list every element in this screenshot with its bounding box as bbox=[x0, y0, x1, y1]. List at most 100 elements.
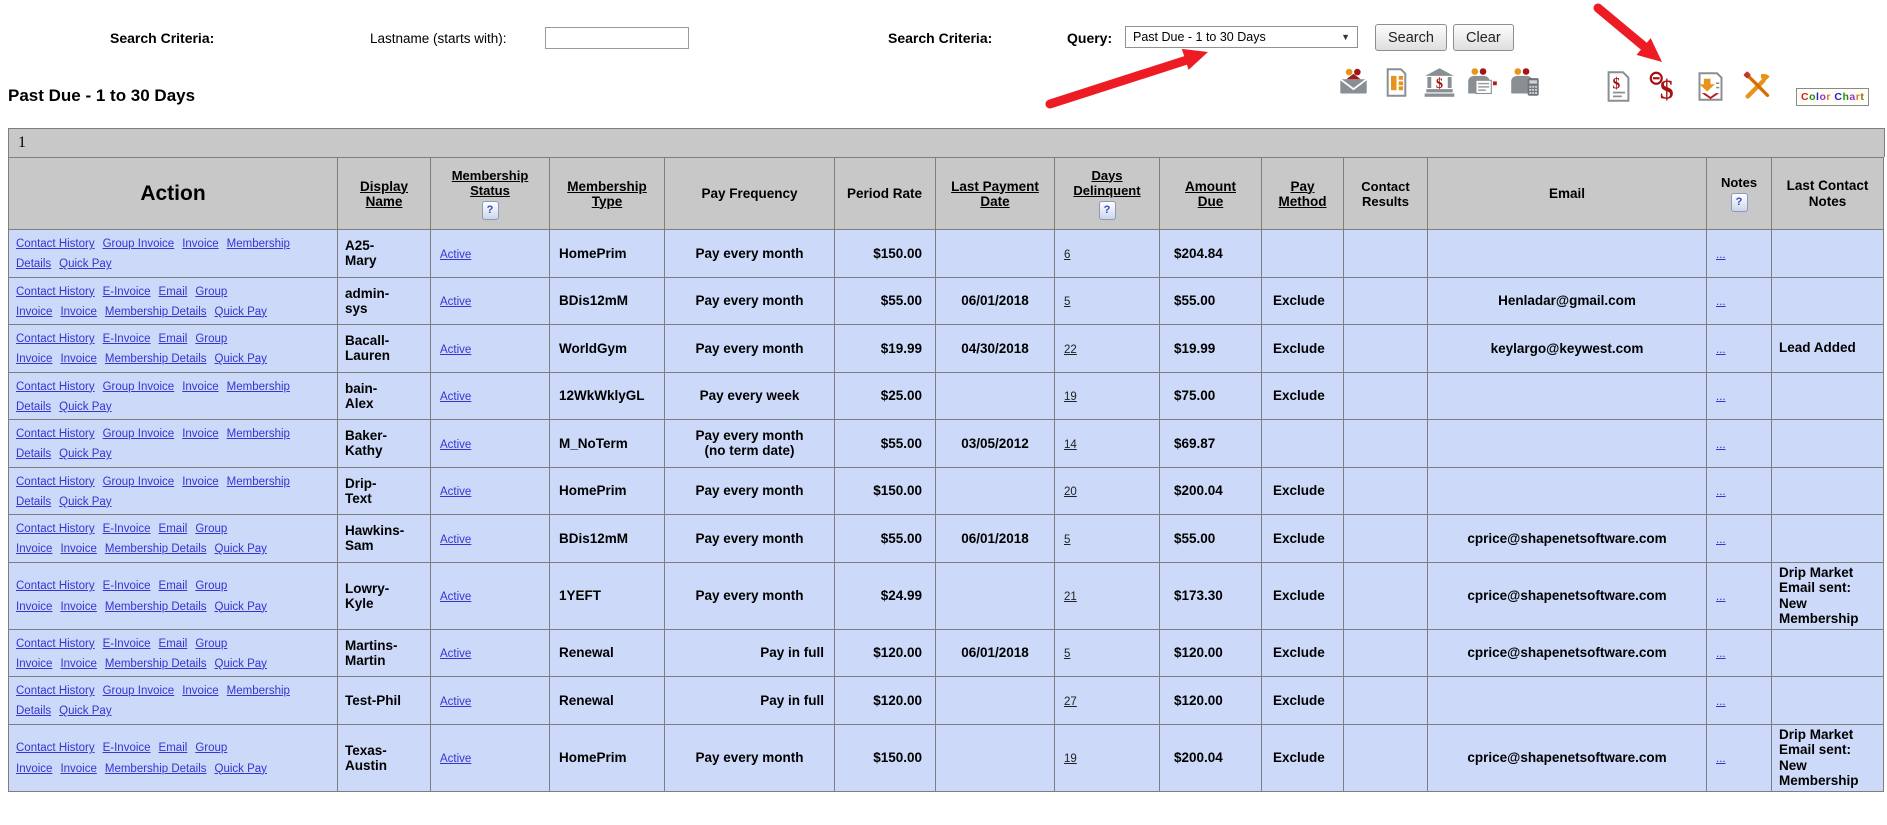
action-link-email[interactable]: Email bbox=[159, 523, 188, 535]
days-delinquent-link[interactable]: 27 bbox=[1064, 696, 1077, 708]
days-delinquent-link[interactable]: 6 bbox=[1064, 249, 1070, 261]
action-link-invoice[interactable]: Invoice bbox=[60, 306, 96, 318]
action-link-invoice[interactable]: Invoice bbox=[182, 685, 218, 697]
action-link-e-invoice[interactable]: E-Invoice bbox=[103, 523, 151, 535]
contact-list-icon[interactable] bbox=[1466, 66, 1499, 99]
query-dropdown[interactable]: Past Due - 1 to 30 Days ▼ bbox=[1125, 26, 1358, 48]
tools-icon[interactable] bbox=[1740, 70, 1773, 103]
action-link-invoice[interactable]: Invoice bbox=[182, 238, 218, 250]
action-link-quick-pay[interactable]: Quick Pay bbox=[59, 401, 111, 413]
action-link-quick-pay[interactable]: Quick Pay bbox=[215, 601, 267, 613]
membership-status-link[interactable]: Active bbox=[440, 648, 471, 660]
notes-link[interactable]: ... bbox=[1716, 344, 1726, 356]
past-due-icon[interactable]: $ bbox=[1648, 70, 1681, 104]
clear-button[interactable]: Clear bbox=[1453, 24, 1514, 51]
help-icon[interactable]: ? bbox=[1730, 193, 1748, 212]
column-header-days-delinquent[interactable]: Days Delinquent? bbox=[1054, 157, 1160, 230]
action-link-membership-details[interactable]: Membership Details bbox=[105, 353, 207, 365]
action-link-contact-history[interactable]: Contact History bbox=[16, 428, 95, 440]
action-link-contact-history[interactable]: Contact History bbox=[16, 580, 95, 592]
action-link-invoice[interactable]: Invoice bbox=[60, 601, 96, 613]
action-link-invoice[interactable]: Invoice bbox=[182, 476, 218, 488]
invoice-batch-icon[interactable] bbox=[1380, 66, 1413, 99]
days-delinquent-link[interactable]: 19 bbox=[1064, 753, 1077, 765]
action-link-contact-history[interactable]: Contact History bbox=[16, 333, 95, 345]
action-link-quick-pay[interactable]: Quick Pay bbox=[215, 353, 267, 365]
notes-link[interactable]: ... bbox=[1716, 391, 1726, 403]
action-link-quick-pay[interactable]: Quick Pay bbox=[215, 763, 267, 775]
action-link-quick-pay[interactable]: Quick Pay bbox=[215, 543, 267, 555]
action-link-e-invoice[interactable]: E-Invoice bbox=[103, 333, 151, 345]
action-link-email[interactable]: Email bbox=[159, 333, 188, 345]
action-link-e-invoice[interactable]: E-Invoice bbox=[103, 580, 151, 592]
color-chart-button[interactable]: Color Chart bbox=[1796, 88, 1870, 106]
days-delinquent-link[interactable]: 20 bbox=[1064, 486, 1077, 498]
action-link-quick-pay[interactable]: Quick Pay bbox=[59, 258, 111, 270]
email-members-icon[interactable] bbox=[1337, 66, 1370, 99]
action-link-membership-details[interactable]: Membership Details bbox=[105, 763, 207, 775]
action-link-group-invoice[interactable]: Group Invoice bbox=[103, 238, 175, 250]
membership-status-link[interactable]: Active bbox=[440, 591, 471, 603]
notes-link[interactable]: ... bbox=[1716, 296, 1726, 308]
days-delinquent-link[interactable]: 5 bbox=[1064, 296, 1070, 308]
action-link-group-invoice[interactable]: Group Invoice bbox=[103, 685, 175, 697]
notes-link[interactable]: ... bbox=[1716, 591, 1726, 603]
column-header-membership-type[interactable]: Membership Type bbox=[549, 157, 665, 230]
action-link-invoice[interactable]: Invoice bbox=[60, 353, 96, 365]
action-link-contact-history[interactable]: Contact History bbox=[16, 685, 95, 697]
action-link-group-invoice[interactable]: Group Invoice bbox=[103, 476, 175, 488]
membership-status-link[interactable]: Active bbox=[440, 439, 471, 451]
action-link-membership-details[interactable]: Membership Details bbox=[105, 658, 207, 670]
action-link-membership-details[interactable]: Membership Details bbox=[105, 601, 207, 613]
action-link-invoice[interactable]: Invoice bbox=[60, 763, 96, 775]
action-link-e-invoice[interactable]: E-Invoice bbox=[103, 286, 151, 298]
action-link-email[interactable]: Email bbox=[159, 742, 188, 754]
action-link-invoice[interactable]: Invoice bbox=[60, 543, 96, 555]
action-link-contact-history[interactable]: Contact History bbox=[16, 523, 95, 535]
column-header-last-payment-date[interactable]: Last Payment Date bbox=[935, 157, 1055, 230]
action-link-membership-details[interactable]: Membership Details bbox=[105, 306, 207, 318]
notes-link[interactable]: ... bbox=[1716, 534, 1726, 546]
notes-link[interactable]: ... bbox=[1716, 648, 1726, 660]
page-number[interactable]: 1 bbox=[18, 134, 26, 152]
column-header-amount-due[interactable]: Amount Due bbox=[1159, 157, 1262, 230]
receive-payments-icon[interactable] bbox=[1694, 70, 1727, 103]
membership-status-link[interactable]: Active bbox=[440, 391, 471, 403]
column-header-display-name[interactable]: Display Name bbox=[337, 157, 431, 230]
notes-link[interactable]: ... bbox=[1716, 696, 1726, 708]
action-link-quick-pay[interactable]: Quick Pay bbox=[59, 705, 111, 717]
membership-status-link[interactable]: Active bbox=[440, 753, 471, 765]
action-link-contact-history[interactable]: Contact History bbox=[16, 638, 95, 650]
action-link-email[interactable]: Email bbox=[159, 638, 188, 650]
days-delinquent-link[interactable]: 5 bbox=[1064, 648, 1070, 660]
lastname-input[interactable] bbox=[545, 27, 689, 49]
action-link-quick-pay[interactable]: Quick Pay bbox=[59, 448, 111, 460]
action-link-group-invoice[interactable]: Group Invoice bbox=[103, 428, 175, 440]
days-delinquent-link[interactable]: 5 bbox=[1064, 534, 1070, 546]
notes-link[interactable]: ... bbox=[1716, 753, 1726, 765]
column-header-membership-status[interactable]: Membership Status? bbox=[430, 157, 550, 230]
action-link-contact-history[interactable]: Contact History bbox=[16, 742, 95, 754]
action-link-e-invoice[interactable]: E-Invoice bbox=[103, 638, 151, 650]
action-link-invoice[interactable]: Invoice bbox=[60, 658, 96, 670]
action-link-contact-history[interactable]: Contact History bbox=[16, 476, 95, 488]
action-link-quick-pay[interactable]: Quick Pay bbox=[215, 306, 267, 318]
days-delinquent-link[interactable]: 19 bbox=[1064, 391, 1077, 403]
action-link-email[interactable]: Email bbox=[159, 580, 188, 592]
search-button[interactable]: Search bbox=[1375, 24, 1447, 51]
action-link-e-invoice[interactable]: E-Invoice bbox=[103, 742, 151, 754]
column-header-pay-method[interactable]: Pay Method bbox=[1261, 157, 1344, 230]
membership-status-link[interactable]: Active bbox=[440, 344, 471, 356]
days-delinquent-link[interactable]: 14 bbox=[1064, 439, 1077, 451]
action-link-invoice[interactable]: Invoice bbox=[182, 428, 218, 440]
action-link-email[interactable]: Email bbox=[159, 286, 188, 298]
notes-link[interactable]: ... bbox=[1716, 486, 1726, 498]
bank-draft-icon[interactable]: $ bbox=[1423, 66, 1456, 99]
statements-icon[interactable]: $ bbox=[1602, 70, 1635, 103]
action-link-group-invoice[interactable]: Group Invoice bbox=[103, 381, 175, 393]
membership-status-link[interactable]: Active bbox=[440, 696, 471, 708]
action-link-contact-history[interactable]: Contact History bbox=[16, 238, 95, 250]
notes-link[interactable]: ... bbox=[1716, 249, 1726, 261]
days-delinquent-link[interactable]: 21 bbox=[1064, 591, 1077, 603]
action-link-quick-pay[interactable]: Quick Pay bbox=[59, 496, 111, 508]
